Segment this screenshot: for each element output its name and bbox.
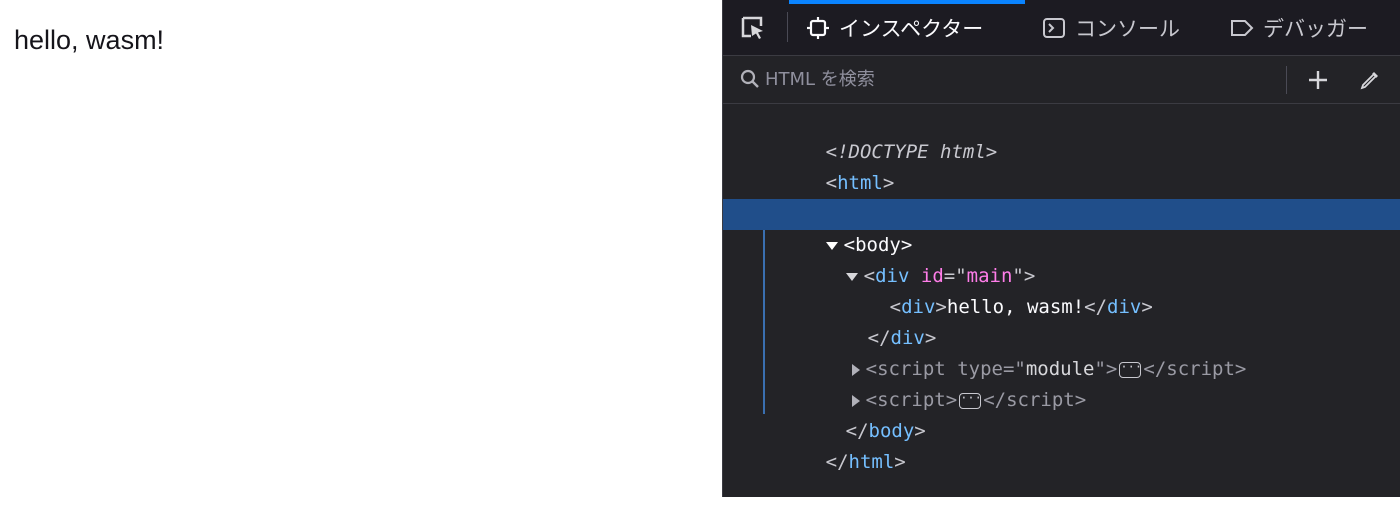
markup-node-head[interactable]: <head>···</head> <box>723 168 1400 225</box>
eyedropper-icon[interactable] <box>1355 66 1385 94</box>
plus-icon <box>1309 71 1327 89</box>
devtools-panel: インスペクター コンソール デバッガー HTML を検索 <!DOCTYPE h… <box>722 0 1400 497</box>
markup-node-div-close[interactable]: </div> <box>723 292 1400 349</box>
tab-console-label: コンソール <box>1075 16 1180 41</box>
markup-node-html-close[interactable]: </html> <box>723 416 1400 473</box>
markup-node-div-text[interactable]: <div>hello, wasm!</div> <box>723 261 1400 318</box>
markup-node-script[interactable]: <script> ···</script> <box>723 354 1400 411</box>
tab-inspector[interactable]: インスペクター <box>805 0 983 55</box>
markup-node-body[interactable]: <body> <box>723 199 1400 256</box>
markup-node-html[interactable]: <html> <box>723 137 1400 194</box>
console-icon <box>1041 15 1067 41</box>
markup-node-script-module[interactable]: <script type="module"> ···</script> <box>723 323 1400 380</box>
inspector-icon <box>805 15 831 41</box>
html-search-input[interactable] <box>765 65 1275 93</box>
markup-view: <!DOCTYPE html> <html> <head>···</head> … <box>723 104 1400 497</box>
page-content-text: hello, wasm! <box>14 25 165 55</box>
searchbar-separator <box>1286 66 1287 94</box>
markup-node-div-main[interactable]: <div id="main"> <box>723 230 1400 287</box>
markup-node-doctype[interactable]: <!DOCTYPE html> <box>723 106 1400 163</box>
html-search-bar <box>723 56 1400 104</box>
toolbar-separator <box>787 12 788 42</box>
element-picker-icon[interactable] <box>735 12 771 44</box>
search-icon <box>739 68 761 94</box>
add-node-button[interactable] <box>1303 66 1333 94</box>
markup-node-body-close[interactable]: </body> <box>723 385 1400 442</box>
tab-debugger[interactable]: デバッガー <box>1229 0 1368 55</box>
debugger-icon <box>1229 15 1255 41</box>
tab-debugger-label: デバッガー <box>1263 16 1368 41</box>
tab-inspector-label: インスペクター <box>839 16 984 41</box>
tab-console[interactable]: コンソール <box>1041 0 1180 55</box>
page-viewport: hello, wasm! <box>0 0 722 497</box>
devtools-toolbar: インスペクター コンソール デバッガー <box>723 0 1400 56</box>
